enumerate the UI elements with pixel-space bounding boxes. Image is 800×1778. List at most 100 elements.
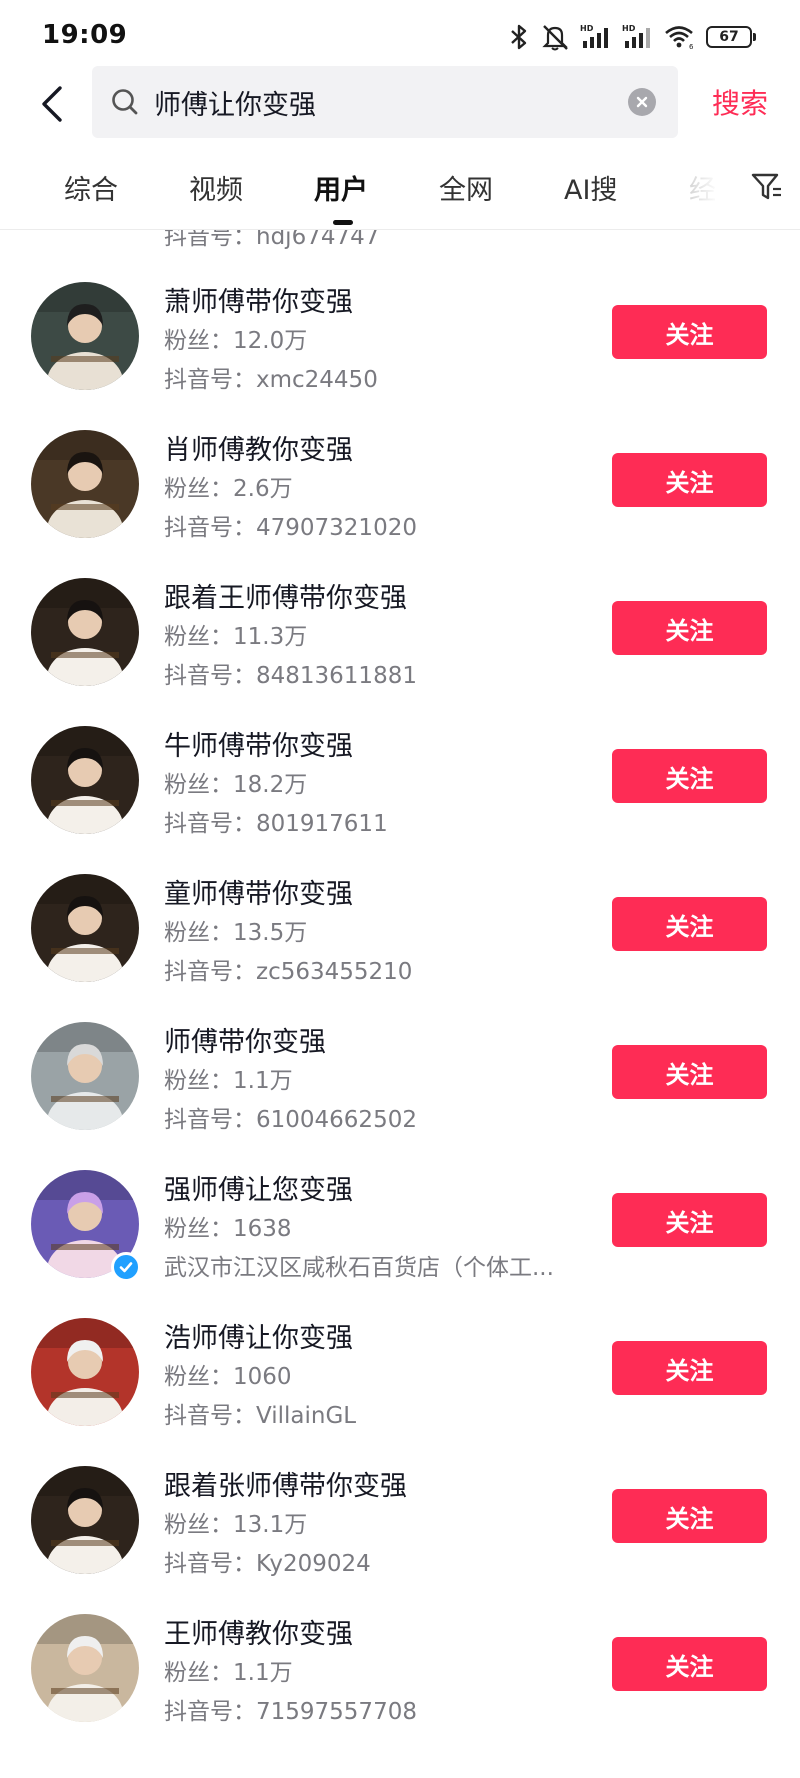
bluetooth-icon	[508, 23, 530, 51]
battery-icon: 67	[706, 26, 756, 48]
search-box[interactable]	[92, 66, 678, 138]
follow-button[interactable]: 关注	[612, 897, 767, 951]
follow-button[interactable]: 关注	[612, 1193, 767, 1247]
back-button[interactable]	[30, 78, 74, 130]
douyin-id-value: 47907321020	[256, 515, 417, 541]
avatar[interactable]	[31, 874, 139, 982]
id-prefix: 抖音号：	[164, 663, 256, 689]
avatar[interactable]	[31, 1614, 139, 1722]
verified-badge-icon	[111, 1252, 141, 1282]
search-icon	[112, 89, 138, 115]
avatar[interactable]	[31, 578, 139, 686]
avatar[interactable]	[31, 1466, 139, 1574]
clear-icon[interactable]	[628, 88, 656, 116]
user-name: 跟着王师傅带你变强	[164, 583, 407, 614]
fans-prefix: 粉丝：	[164, 1660, 233, 1686]
user-name: 童师傅带你变强	[164, 879, 353, 910]
user-row[interactable]: 强师傅让您变强 粉丝：1638 武汉市江汉区咸秋石百货店（个体工... 关注	[0, 1148, 800, 1296]
user-name: 萧师傅带你变强	[164, 287, 353, 318]
user-fans: 粉丝：1.1万	[164, 1061, 293, 1095]
avatar-image	[31, 1466, 139, 1574]
user-douyin-id: 抖音号：xmc24450	[164, 360, 378, 394]
user-fans: 粉丝：12.0万	[164, 321, 307, 355]
id-prefix: 抖音号：	[164, 959, 256, 985]
user-name: 牛师傅带你变强	[164, 731, 353, 762]
douyin-id-value: 801917611	[256, 811, 388, 837]
id-prefix: 抖音号：	[164, 230, 256, 250]
user-douyin-id: 抖音号：801917611	[164, 804, 388, 838]
douyin-id-value: Ky209024	[256, 1551, 371, 1577]
tab-comprehensive[interactable]: 综合	[64, 168, 118, 208]
avatar-image	[31, 282, 139, 390]
douyin-id-value: 84813611881	[256, 663, 417, 689]
user-row[interactable]: 抖音号：hdj674747	[0, 230, 800, 260]
active-tab-indicator	[333, 220, 353, 225]
tab-ai-search[interactable]: AI搜	[564, 168, 617, 208]
tab-fade	[670, 146, 740, 228]
follow-button[interactable]: 关注	[612, 1637, 767, 1691]
user-name: 师傅带你变强	[164, 1027, 326, 1058]
fans-prefix: 粉丝：	[164, 772, 233, 798]
user-row[interactable]: 师傅带你变强 粉丝：1.1万 抖音号：61004662502 关注	[0, 1000, 800, 1148]
user-row[interactable]: 肖师傅教你变强 粉丝：2.6万抖音号：47907321020 关注	[0, 408, 800, 556]
user-row[interactable]: 童师傅带你变强 粉丝：13.5万抖音号：zc563455210 关注	[0, 852, 800, 1000]
douyin-id-value: zc563455210	[256, 959, 413, 985]
user-name: 浩师傅让你变强	[164, 1323, 353, 1354]
search-submit-button[interactable]: 搜索	[712, 72, 768, 132]
follow-button[interactable]: 关注	[612, 749, 767, 803]
fans-count: 18.2万	[233, 772, 308, 798]
douyin-id-value: hdj674747	[256, 230, 380, 250]
fans-count: 1060	[233, 1364, 292, 1390]
id-prefix: 抖音号：	[164, 1403, 256, 1429]
fans-prefix: 粉丝：	[164, 920, 233, 946]
user-row[interactable]: 浩师傅让你变强 粉丝：1060 抖音号：VillainGL 关注	[0, 1296, 800, 1444]
follow-button[interactable]: 关注	[612, 601, 767, 655]
fans-count: 13.1万	[233, 1512, 308, 1538]
user-fans: 粉丝：1.1万	[164, 1653, 293, 1687]
user-subtitle: 武汉市江汉区咸秋石百货店（个体工...	[164, 1255, 554, 1281]
follow-button[interactable]: 关注	[612, 1489, 767, 1543]
svg-text:HD: HD	[580, 24, 594, 33]
avatar[interactable]	[31, 1022, 139, 1130]
user-name: 王师傅教你变强	[164, 1619, 353, 1650]
follow-button[interactable]: 关注	[612, 453, 767, 507]
status-time: 19:09	[42, 20, 128, 50]
avatar[interactable]	[31, 1318, 139, 1426]
user-fans: 粉丝：11.3万	[164, 617, 307, 651]
status-icons: HD HD 6 67	[508, 22, 756, 52]
avatar[interactable]	[31, 282, 139, 390]
user-fans: 粉丝：1638	[164, 1209, 292, 1243]
search-input[interactable]	[154, 66, 594, 138]
back-arrow-icon	[42, 86, 62, 122]
user-fans: 粉丝：13.1万	[164, 1505, 307, 1539]
follow-button[interactable]: 关注	[612, 1045, 767, 1099]
user-row[interactable]: 跟着张师傅带你变强 粉丝：13.1万 抖音号：Ky209024 关注	[0, 1444, 800, 1592]
user-douyin-id: 抖音号：Ky209024	[164, 1544, 371, 1578]
avatar[interactable]	[31, 430, 139, 538]
filter-icon[interactable]	[750, 170, 784, 204]
hd-signal-icon: HD	[622, 23, 654, 51]
follow-button[interactable]: 关注	[612, 1341, 767, 1395]
user-douyin-id: 抖音号：zc563455210	[164, 952, 412, 986]
tab-web[interactable]: 全网	[439, 168, 493, 208]
fans-count: 1638	[233, 1216, 292, 1242]
id-prefix: 抖音号：	[164, 1699, 256, 1725]
user-row[interactable]: 王师傅教你变强 粉丝：1.1万 抖音号：71597557708 关注	[0, 1592, 800, 1740]
search-tabs: 综合 视频 用户 全网 AI搜 经	[0, 146, 800, 230]
user-douyin-id: 抖音号：VillainGL	[164, 1396, 356, 1430]
user-row[interactable]: 萧师傅带你变强 粉丝：12.0万 抖音号：xmc24450 关注	[0, 260, 800, 408]
user-douyin-id: 抖音号：47907321020	[164, 508, 417, 542]
app-root: 19:09 HD HD 6 67 师傅让你变强 搜索 综合 视频 用户 全网 A…	[0, 0, 800, 1778]
user-fans: 粉丝：2.6万	[164, 469, 293, 503]
fans-prefix: 粉丝：	[164, 328, 233, 354]
user-name: 肖师傅教你变强	[164, 435, 353, 466]
tab-users[interactable]: 用户	[314, 168, 368, 208]
follow-button[interactable]: 关注	[612, 305, 767, 359]
user-fans: 粉丝：13.5万	[164, 913, 307, 947]
tab-videos[interactable]: 视频	[189, 168, 243, 208]
user-row[interactable]: 牛师傅带你变强粉丝：18.2万抖音号：801917611 关注	[0, 704, 800, 852]
user-row[interactable]: 跟着王师傅带你变强 粉丝：11.3万抖音号：84813611881 关注	[0, 556, 800, 704]
id-prefix: 抖音号：	[164, 1551, 256, 1577]
avatar[interactable]	[31, 726, 139, 834]
fans-count: 12.0万	[233, 328, 308, 354]
